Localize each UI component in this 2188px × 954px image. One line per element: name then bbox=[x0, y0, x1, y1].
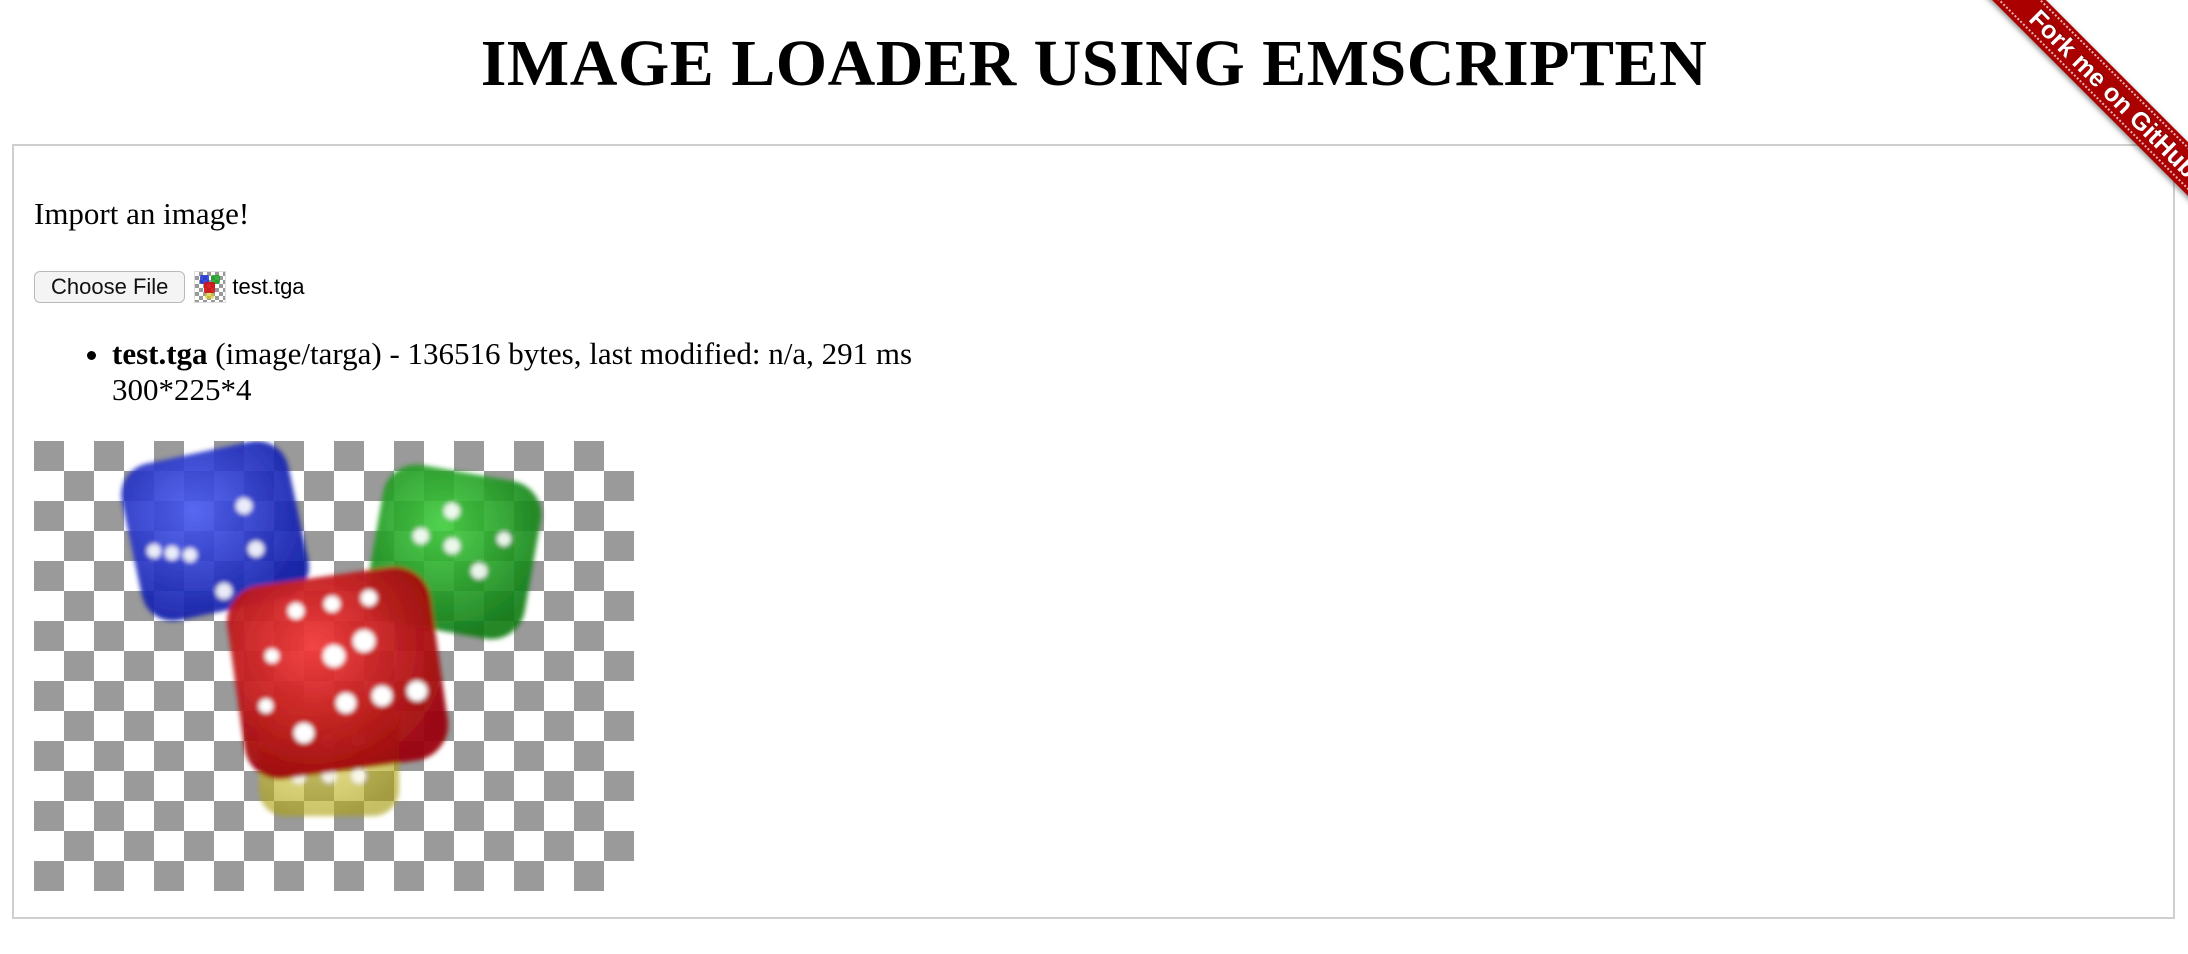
list-item: test.tga (image/targa) - 136516 bytes, l… bbox=[112, 336, 912, 408]
file-info-name: test.tga bbox=[112, 336, 208, 371]
file-info-list: test.tga (image/targa) - 136516 bytes, l… bbox=[62, 336, 912, 408]
dice-thumbnail-icon bbox=[194, 271, 227, 303]
file-info-dimensions: 300*225*4 bbox=[112, 372, 252, 407]
github-ribbon-container: Fork me on GitHub bbox=[1928, 0, 2188, 260]
page-title: IMAGE LOADER USING EMSCRIPTEN bbox=[480, 27, 1708, 100]
selected-file-name: test.tga bbox=[232, 274, 305, 299]
fork-on-github-link[interactable]: Fork me on GitHub bbox=[1982, 0, 2188, 225]
file-input-row: Choose File test.tga bbox=[34, 270, 305, 304]
image-loader-panel: Import an image! Choose File test.tga te… bbox=[12, 144, 2175, 919]
choose-file-button[interactable]: Choose File bbox=[34, 271, 186, 303]
intro-text: Import an image! bbox=[34, 196, 250, 231]
file-info-details: (image/targa) - 136516 bytes, last modif… bbox=[207, 336, 913, 371]
image-preview bbox=[34, 440, 634, 891]
